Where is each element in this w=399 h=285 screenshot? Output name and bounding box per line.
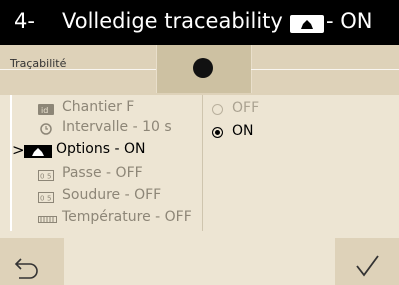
list-item-label: Intervalle - 10 s — [62, 119, 172, 135]
device-frame: 4- Volledige traceability - ON Traçabili… — [0, 0, 399, 285]
svg-text:id: id — [41, 106, 48, 115]
radio-icon — [212, 104, 223, 115]
header-state: - ON — [326, 9, 373, 33]
back-button[interactable] — [0, 238, 64, 285]
options-icon — [290, 15, 324, 33]
tab-divider-right — [251, 69, 399, 70]
screen: Traçabilité id Chantier F Intervalle - 1… — [0, 45, 399, 285]
confirm-button[interactable] — [335, 238, 399, 285]
list-item-label: Passe - OFF — [62, 165, 143, 181]
header-title: Volledige traceability — [62, 9, 283, 33]
options-icon — [24, 145, 52, 158]
svg-text:5: 5 — [47, 173, 51, 181]
list-item-label: Soudure - OFF — [62, 187, 162, 203]
header-bar: 4- Volledige traceability - ON — [0, 0, 399, 45]
clock-icon — [38, 123, 54, 135]
tab-divider-left — [0, 69, 156, 70]
svg-text:0: 0 — [40, 173, 44, 181]
radio-checked-icon — [212, 127, 223, 138]
counter-icon: 05 — [38, 191, 54, 203]
header-number: 4- — [14, 9, 35, 33]
column-divider — [202, 95, 203, 231]
svg-text:5: 5 — [47, 195, 51, 203]
option-label: OFF — [232, 100, 260, 116]
list-item-label: Chantier F — [62, 99, 135, 115]
menu-list: id Chantier F Intervalle - 10 s > Option… — [10, 95, 202, 231]
active-tab-dot — [193, 58, 213, 78]
id-card-icon: id — [38, 103, 54, 115]
svg-text:0: 0 — [40, 195, 44, 203]
thermometer-icon — [38, 213, 57, 224]
list-item-label: Température - OFF — [62, 209, 192, 225]
tab-bar: Traçabilité — [0, 45, 399, 95]
option-label: ON — [232, 123, 254, 139]
list-item-label: Options - ON — [56, 141, 146, 157]
check-icon — [356, 255, 379, 277]
selected-marker: > — [12, 141, 25, 159]
back-arrow-icon — [14, 258, 38, 279]
counter-icon: 05 — [38, 169, 54, 181]
